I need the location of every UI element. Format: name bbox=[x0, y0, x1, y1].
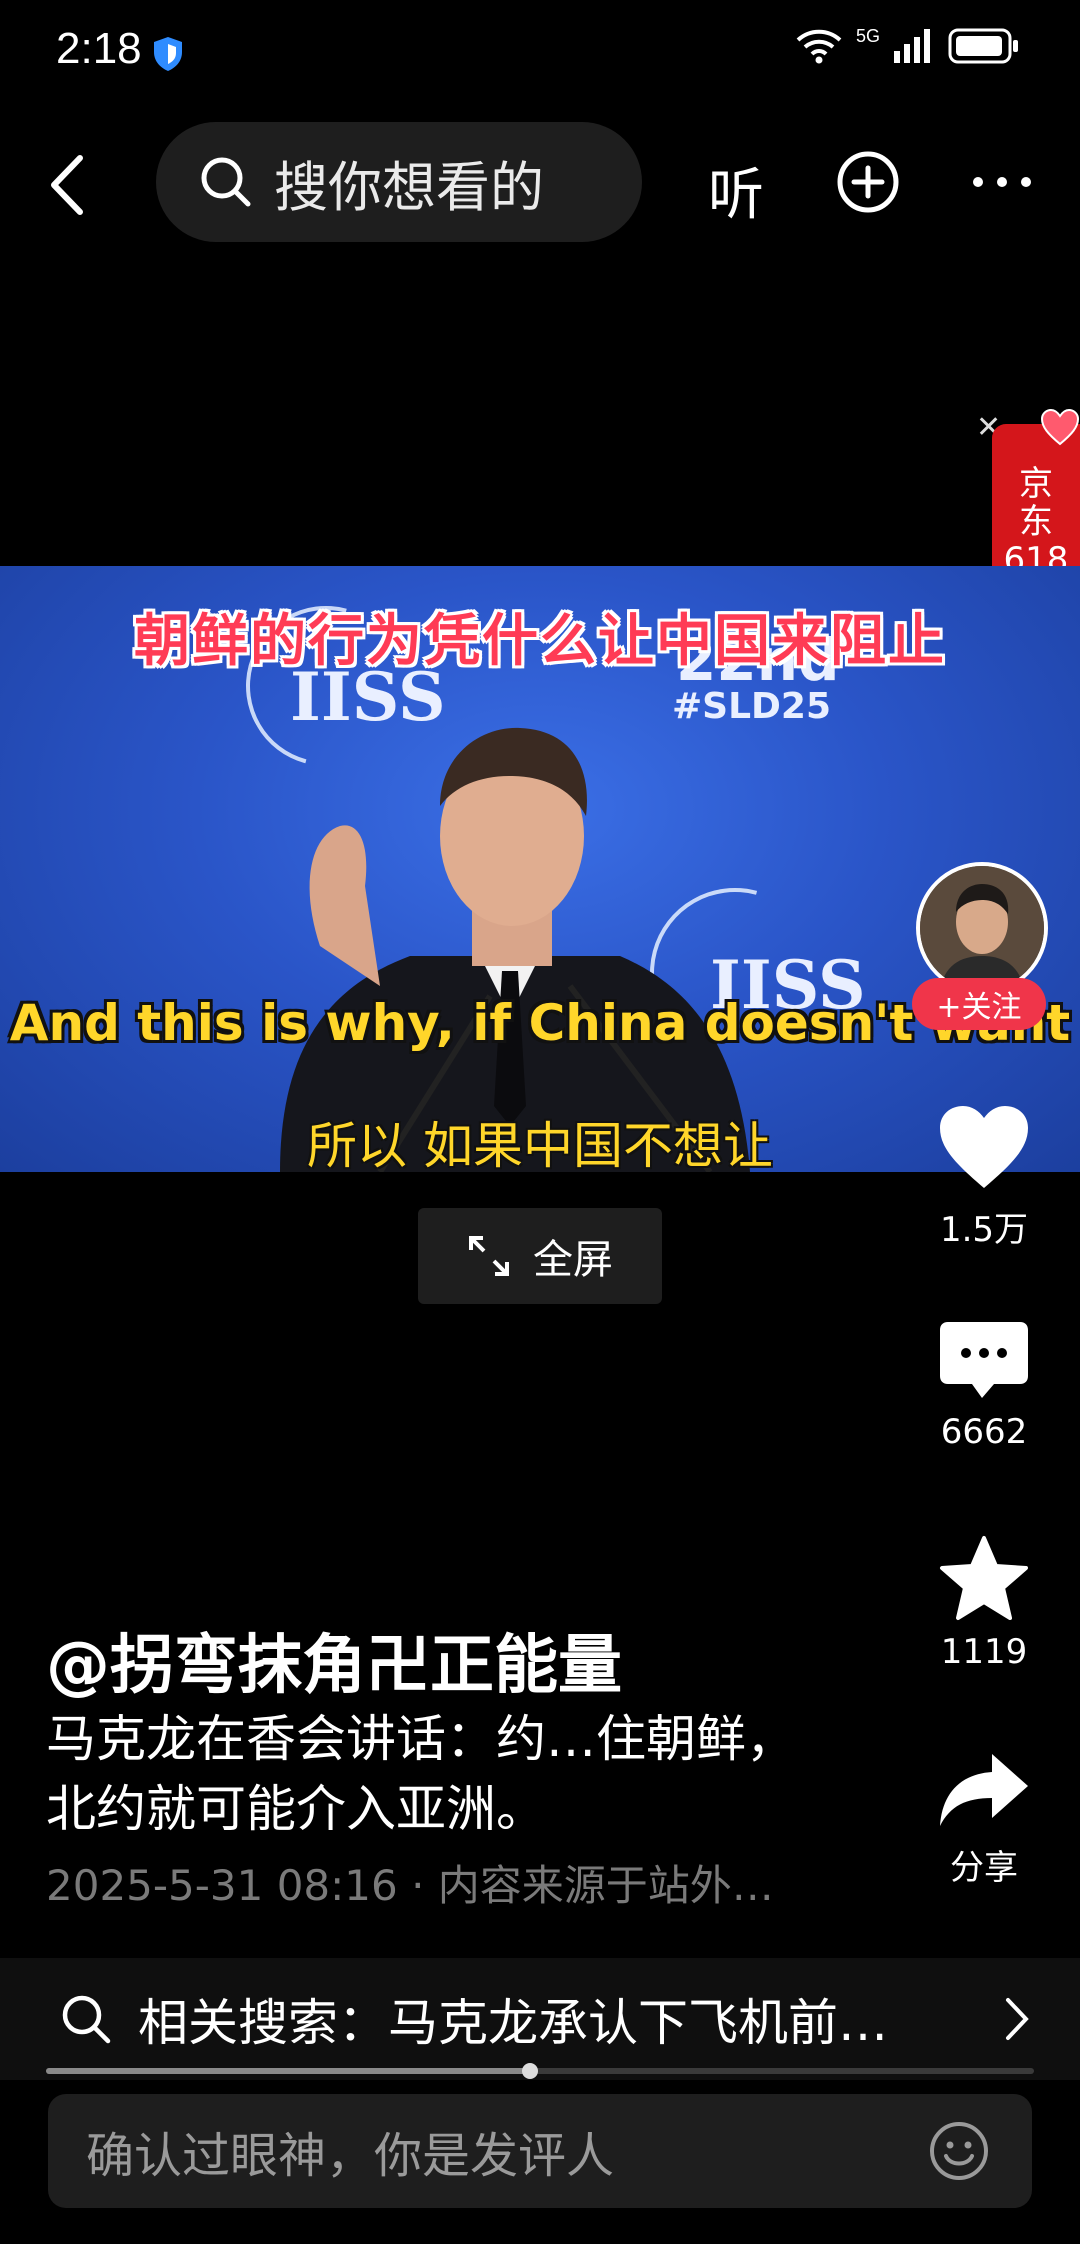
related-search-bar[interactable]: 相关搜索：马克龙承认下飞机前… bbox=[0, 1958, 1080, 2080]
progress-fill bbox=[46, 2068, 531, 2074]
comment-placeholder: 确认过眼神，你是发评人 bbox=[86, 2128, 615, 2184]
like-button[interactable]: 1.5万 bbox=[912, 1102, 1056, 1251]
signal-icon bbox=[894, 29, 930, 63]
shield-icon bbox=[154, 37, 182, 71]
star-icon bbox=[940, 1536, 1028, 1620]
ad-text-line: 东 bbox=[1019, 502, 1053, 542]
comment-input[interactable]: 确认过眼神，你是发评人 bbox=[48, 2094, 1032, 2208]
favorite-count: 1119 bbox=[940, 1632, 1028, 1672]
heart-decoration-icon bbox=[1040, 408, 1080, 446]
fullscreen-button[interactable]: 全屏 bbox=[418, 1208, 662, 1304]
author-avatar[interactable] bbox=[916, 862, 1048, 994]
fullscreen-label: 全屏 bbox=[533, 1237, 613, 1283]
video-player[interactable]: IISS 22nd #SLD25 IISS 朝鲜的行为凭什么让中国来阻止 And… bbox=[0, 566, 1080, 1172]
emoji-icon[interactable] bbox=[928, 2120, 990, 2182]
listen-button[interactable]: 听 bbox=[708, 150, 764, 231]
back-button[interactable] bbox=[40, 150, 100, 220]
progress-knob[interactable] bbox=[522, 2063, 539, 2079]
network-label: 5G bbox=[855, 25, 880, 46]
share-icon bbox=[940, 1754, 1028, 1826]
favorite-button[interactable]: 1119 bbox=[912, 1534, 1056, 1672]
top-bar: 搜你想看的 听 bbox=[0, 120, 1080, 250]
video-progress-bar[interactable] bbox=[46, 2063, 1034, 2079]
post-meta: 2025-5-31 08:16 · 内容来源于站外… bbox=[46, 1861, 774, 1910]
search-icon bbox=[201, 157, 251, 207]
heart-icon bbox=[940, 1106, 1028, 1188]
ad-text-line: 京 bbox=[1019, 464, 1053, 504]
more-icon[interactable] bbox=[970, 150, 1034, 214]
video-title-overlay: 朝鲜的行为凭什么让中国来阻止 bbox=[134, 609, 946, 674]
status-icons: 5G bbox=[796, 25, 1020, 64]
battery-icon bbox=[948, 28, 1018, 64]
author-name[interactable]: @拐弯抹角卍正能量 bbox=[46, 1614, 622, 1706]
speaker-figure bbox=[280, 727, 750, 1172]
avatar-image bbox=[920, 866, 1044, 990]
share-button[interactable]: 分享 bbox=[912, 1750, 1056, 1889]
expand-icon bbox=[469, 1236, 509, 1276]
like-count: 1.5万 bbox=[939, 1210, 1029, 1250]
add-icon[interactable] bbox=[836, 150, 900, 214]
search-icon bbox=[62, 1995, 111, 2044]
comment-count: 6662 bbox=[940, 1412, 1028, 1452]
comment-button[interactable]: 6662 bbox=[912, 1318, 1056, 1452]
share-label: 分享 bbox=[950, 1848, 1018, 1888]
follow-button[interactable]: +关注 bbox=[912, 978, 1046, 1030]
chevron-right-icon bbox=[1006, 1998, 1029, 2040]
wifi-icon bbox=[796, 29, 842, 64]
related-search-text: 相关搜索：马克龙承认下飞机前… bbox=[138, 1994, 888, 2052]
search-placeholder: 搜你想看的 bbox=[274, 155, 544, 219]
status-bar: 2:18 5G bbox=[0, 0, 1080, 110]
search-input[interactable]: 搜你想看的 bbox=[156, 122, 642, 242]
comment-icon bbox=[940, 1322, 1028, 1398]
status-time: 2:18 bbox=[56, 24, 142, 73]
post-description[interactable]: 马克龙在香会讲话：约…住朝鲜，北约就可能介入亚洲。 bbox=[46, 1704, 806, 1844]
